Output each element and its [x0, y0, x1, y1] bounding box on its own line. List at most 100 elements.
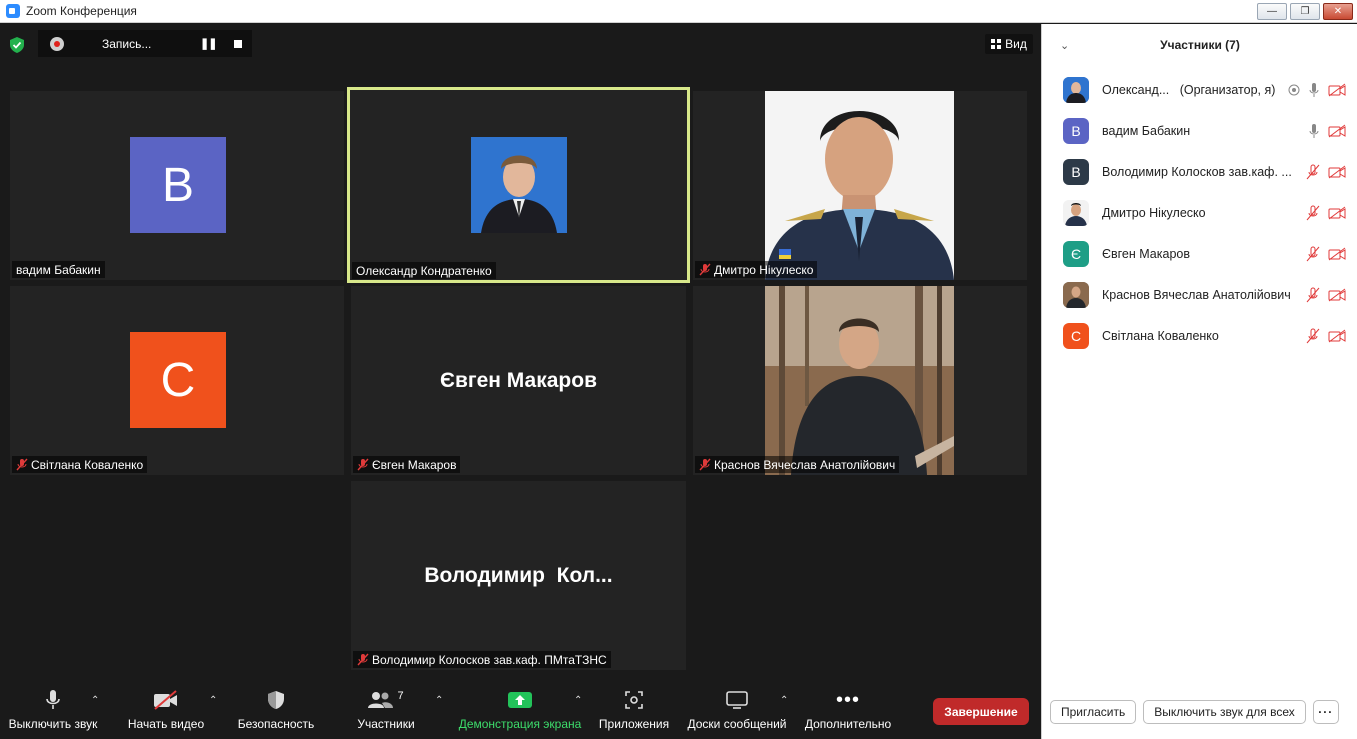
start-video-button[interactable]: Начать видео — [124, 683, 208, 739]
mic-off-icon — [357, 458, 369, 471]
participant-name: Олександ... (Организатор, я) — [1102, 83, 1292, 97]
avatar-initial: В — [161, 158, 194, 212]
participant-name-tag: Володимир Колосков зав.каф. ПМтаТЗНС — [353, 651, 611, 668]
video-tile-svitlana[interactable]: С Світлана Коваленко — [10, 286, 344, 475]
share-options-caret-icon[interactable]: ⌃ — [574, 695, 582, 706]
microphone-icon — [46, 690, 60, 709]
participant-name-tag: Краснов Вячеслав Анатолійович — [695, 456, 900, 473]
mic-off-icon[interactable] — [1306, 205, 1320, 221]
participant-name: Світлана Коваленко — [31, 457, 144, 472]
video-tile-yevhen[interactable]: Євген Макаров Євген Макаров — [351, 286, 686, 475]
video-tile-volodymyr[interactable]: Володимир Кол... Володимир Колосков зав.… — [351, 481, 686, 670]
participant-name: Світлана Коваленко — [1102, 328, 1219, 343]
close-button[interactable]: ✕ — [1323, 3, 1353, 20]
participant-name-tag: Світлана Коваленко — [12, 456, 148, 473]
participants-icon — [368, 692, 394, 708]
participant-name: Олександр Кондратенко — [356, 263, 492, 278]
participant-name-tag: вадим Бабакин — [12, 261, 105, 278]
video-tile-vadym[interactable]: В вадим Бабакин — [10, 91, 344, 280]
participant-name: Євген Макаров — [1102, 246, 1190, 261]
minimize-button[interactable]: — — [1257, 3, 1287, 20]
participant-name: Дмитро Нікулеско — [1102, 205, 1206, 220]
share-screen-button[interactable]: Демонстрация экрана — [456, 683, 584, 739]
participant-row[interactable]: С Світлана Коваленко — [1042, 315, 1357, 356]
video-tile-krasnov[interactable]: Краснов Вячеслав Анатолійович — [693, 286, 1027, 475]
avatar-initial: С — [160, 353, 196, 407]
video-options-caret-icon[interactable]: ⌃ — [209, 695, 217, 706]
video-tile-oleksandr[interactable]: Олександр Кондратенко — [347, 87, 690, 283]
mic-off-icon[interactable] — [1306, 287, 1320, 303]
participant-name-text: Олександ... — [1102, 82, 1170, 97]
avatar — [1063, 199, 1089, 226]
mute-button[interactable]: Выключить звук — [5, 683, 101, 739]
participant-big-name: Євген Макаров — [440, 368, 597, 392]
avatar: В — [130, 137, 226, 233]
avatar-initial: С — [1070, 327, 1082, 344]
apps-button[interactable]: Приложения — [596, 683, 672, 739]
video-off-icon[interactable] — [1328, 124, 1346, 138]
title-bar: Zoom Конференция — ❐ ✕ — [0, 0, 1357, 23]
share-screen-label: Демонстрация экрана — [458, 717, 582, 731]
end-meeting-button[interactable]: Завершение — [933, 698, 1029, 725]
avatar: С — [1063, 322, 1089, 349]
participant-row[interactable]: Дмитро Нікулеско — [1042, 192, 1357, 233]
apps-label: Приложения — [598, 717, 670, 731]
mic-off-icon[interactable] — [1306, 328, 1320, 344]
participant-name: Володимир Колосков зав.каф. ПМтаТЗНС — [372, 652, 607, 667]
panel-header: ⌄ Участники (7) — [1042, 24, 1357, 66]
participant-name: вадим Бабакин — [16, 262, 101, 277]
microphone-icon[interactable] — [1308, 82, 1320, 98]
microphone-icon[interactable] — [1308, 123, 1320, 139]
grid-view-icon — [991, 39, 1002, 49]
avatar — [1063, 281, 1089, 308]
video-off-icon[interactable] — [1328, 329, 1346, 343]
view-button[interactable]: Вид — [985, 34, 1033, 54]
panel-more-button[interactable]: ··· — [1312, 700, 1339, 724]
participant-row[interactable]: Є Євген Макаров — [1042, 233, 1357, 274]
avatar-initial: В — [1071, 163, 1081, 180]
pause-recording-icon[interactable]: ❚❚ — [200, 37, 217, 50]
participant-name: Краснов Вячеслав Анатолійович — [1102, 287, 1291, 302]
participants-button[interactable]: 7 Участники — [350, 683, 422, 739]
video-off-icon[interactable] — [1328, 288, 1346, 302]
participants-caret-icon[interactable]: ⌃ — [435, 695, 443, 706]
more-button[interactable]: ••• Дополнительно — [800, 683, 896, 739]
maximize-button[interactable]: ❐ — [1290, 3, 1320, 20]
video-off-icon[interactable] — [1328, 206, 1346, 220]
mic-off-icon — [16, 458, 28, 471]
participant-name-tag: Євген Макаров — [353, 456, 461, 473]
video-gallery: Вид В вадим Бабакин Олександр Кондратенк… — [0, 24, 1040, 739]
video-off-icon[interactable] — [1328, 247, 1346, 261]
whiteboards-caret-icon[interactable]: ⌃ — [780, 695, 788, 706]
recording-status-icon — [1288, 84, 1300, 95]
participant-row[interactable]: Олександ... (Организатор, я) — [1042, 69, 1357, 110]
invite-button[interactable]: Пригласить — [1050, 700, 1137, 724]
participant-name: Дмитро Нікулеско — [714, 262, 814, 277]
whiteboards-button[interactable]: Доски сообщений — [684, 683, 790, 739]
participant-name: Краснов Вячеслав Анатолійович — [714, 457, 896, 472]
video-off-icon[interactable] — [1328, 165, 1346, 179]
whiteboard-icon — [726, 691, 748, 709]
security-button[interactable]: Безопасность — [234, 683, 318, 739]
whiteboards-label: Доски сообщений — [687, 717, 787, 731]
avatar-initial: Є — [1070, 245, 1082, 262]
participant-name-tag: Дмитро Нікулеско — [695, 261, 818, 278]
security-shield-icon — [268, 691, 284, 709]
video-tile-dmytro[interactable]: Дмитро Нікулеско — [693, 91, 1027, 280]
stop-recording-icon[interactable] — [234, 39, 243, 48]
participant-row[interactable]: Краснов Вячеслав Анатолійович — [1042, 274, 1357, 315]
mute-all-button[interactable]: Выключить звук для всех — [1143, 700, 1306, 724]
participants-count: 7 — [397, 690, 404, 702]
participant-row[interactable]: В Володимир Колосков зав.каф. ... — [1042, 151, 1357, 192]
avatar: В — [1063, 158, 1089, 185]
video-off-icon[interactable] — [1328, 83, 1346, 97]
meeting-toolbar: Выключить звук ⌃ Начать видео ⌃ Безопасн… — [0, 683, 1040, 739]
mic-off-icon[interactable] — [1306, 246, 1320, 262]
apps-icon — [625, 691, 643, 709]
audio-options-caret-icon[interactable]: ⌃ — [91, 695, 99, 706]
more-dots-icon: ••• — [835, 688, 860, 711]
recording-label: Запись... — [102, 36, 152, 51]
mic-off-icon[interactable] — [1306, 164, 1320, 180]
participant-row[interactable]: В вадим Бабакин — [1042, 110, 1357, 151]
avatar-initial: В — [1071, 122, 1081, 139]
